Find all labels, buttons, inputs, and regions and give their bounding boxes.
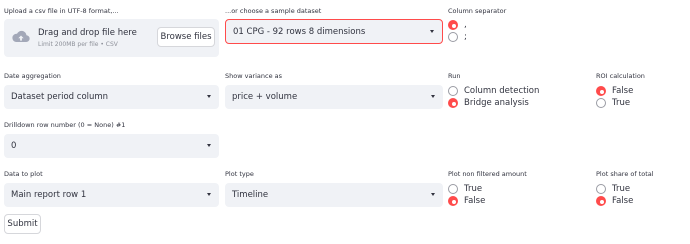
submit-button[interactable]: Submit xyxy=(4,214,41,234)
run-option-column-detection[interactable]: Column detection xyxy=(448,85,539,97)
drop-title: Drag and drop file here xyxy=(38,28,137,38)
chevron-down-icon xyxy=(431,193,435,196)
data-to-plot-label: Data to plot xyxy=(4,170,43,178)
cloud-upload-icon xyxy=(11,29,31,45)
date-aggregation-select[interactable]: Dataset period column xyxy=(4,85,219,109)
chevron-down-icon xyxy=(207,95,211,98)
roi-option-label: True xyxy=(612,98,631,108)
plot-non-filtered-option-false[interactable]: False xyxy=(448,195,485,207)
run-option-label: Bridge analysis xyxy=(464,98,529,108)
drilldown-label: Drilldown row number (0 = None) #1 xyxy=(4,121,126,129)
separator-option-comma[interactable]: , xyxy=(448,19,467,31)
run-option-label: Column detection xyxy=(464,86,540,96)
radio-unselected-icon[interactable] xyxy=(596,98,606,108)
radio-unselected-icon[interactable] xyxy=(448,184,458,194)
data-to-plot-select[interactable]: Main report row 1 xyxy=(4,183,219,207)
date-aggregation-label: Date aggregation xyxy=(4,72,61,80)
browse-files-button[interactable]: Browse files xyxy=(157,27,215,47)
roi-option-label: False xyxy=(612,86,634,96)
plot-type-select[interactable]: Timeline xyxy=(225,183,443,207)
plot-share-option-label: True xyxy=(612,184,631,194)
radio-unselected-icon[interactable] xyxy=(448,32,458,42)
plot-share-option-false[interactable]: False xyxy=(596,195,633,207)
drop-limit-text: Limit 200MB per file • CSV xyxy=(38,41,118,48)
roi-option-true[interactable]: True xyxy=(596,97,630,109)
sample-dataset-label: ...or choose a sample dataset xyxy=(225,7,322,15)
radio-unselected-icon[interactable] xyxy=(596,184,606,194)
radio-selected-icon[interactable] xyxy=(596,196,606,206)
upload-label: Upload a csv file in UTF-8 format,... xyxy=(4,7,119,15)
chevron-down-icon xyxy=(207,144,211,147)
chevron-down-icon xyxy=(431,95,435,98)
drilldown-select[interactable]: 0 xyxy=(4,134,219,158)
date-aggregation-value: Dataset period column xyxy=(11,92,109,102)
plot-non-filtered-option-label: False xyxy=(464,196,486,206)
plot-non-filtered-option-label: True xyxy=(464,184,483,194)
plot-type-label: Plot type xyxy=(225,170,254,178)
separator-option-label: ; xyxy=(464,32,467,42)
radio-selected-icon[interactable] xyxy=(448,20,458,30)
variance-label: Show variance as xyxy=(225,72,283,80)
separator-option-semicolon[interactable]: ; xyxy=(448,31,467,43)
roi-option-false[interactable]: False xyxy=(596,85,633,97)
chevron-down-icon xyxy=(430,30,434,33)
radio-selected-icon[interactable] xyxy=(448,98,458,108)
variance-select[interactable]: price + volume xyxy=(225,85,443,109)
radio-selected-icon[interactable] xyxy=(448,196,458,206)
roi-calculation-label: ROI calculation xyxy=(596,72,645,80)
plot-share-option-label: False xyxy=(612,196,634,206)
column-separator-label: Column separator xyxy=(448,7,507,15)
plot-share-option-true[interactable]: True xyxy=(596,183,630,195)
plot-share-label: Plot share of total xyxy=(596,170,654,178)
sample-dataset-value: 01 CPG - 92 rows 8 dimensions xyxy=(233,26,366,37)
plot-non-filtered-label: Plot non filtered amount xyxy=(448,170,527,178)
data-to-plot-value: Main report row 1 xyxy=(11,190,87,200)
run-label: Run xyxy=(448,72,461,80)
file-dropzone[interactable]: Drag and drop file here Limit 200MB per … xyxy=(4,19,219,57)
variance-value: price + volume xyxy=(232,92,298,102)
plot-non-filtered-option-true[interactable]: True xyxy=(448,183,482,195)
radio-selected-icon[interactable] xyxy=(596,86,606,96)
sample-dataset-select[interactable]: 01 CPG - 92 rows 8 dimensions xyxy=(225,19,443,44)
drilldown-value: 0 xyxy=(11,141,17,151)
plot-type-value: Timeline xyxy=(232,190,269,200)
chevron-down-icon xyxy=(207,193,211,196)
radio-unselected-icon[interactable] xyxy=(448,86,458,96)
separator-option-label: , xyxy=(464,20,467,30)
run-option-bridge-analysis[interactable]: Bridge analysis xyxy=(448,97,529,109)
